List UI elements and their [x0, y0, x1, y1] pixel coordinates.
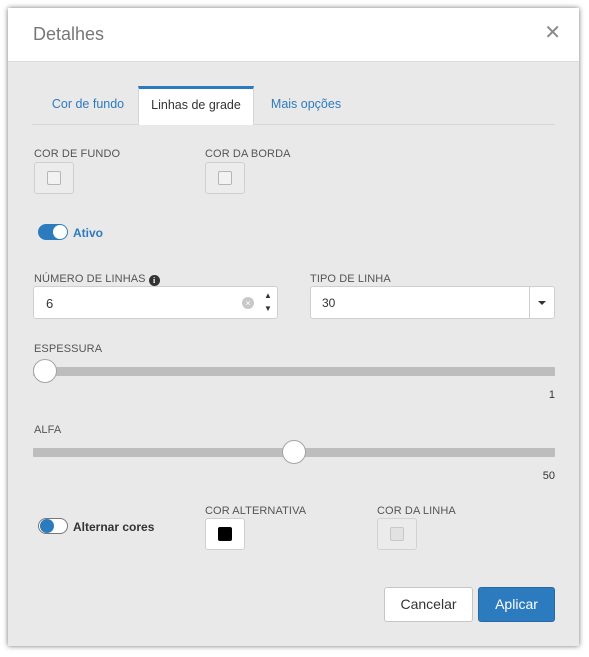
tab-bar: Cor de fundo Linhas de grade Mais opções [32, 86, 555, 125]
details-dialog: Detalhes ✕ Cor de fundo Linhas de grade … [8, 8, 579, 646]
alternate-color-swatch[interactable] [205, 518, 245, 550]
alternate-color-label: COR ALTERNATIVA [205, 505, 307, 517]
fill-color-swatch[interactable] [34, 162, 74, 194]
alpha-value: 50 [542, 470, 555, 482]
alternate-colors-label: Alternar cores [73, 520, 155, 534]
line-color-preview [390, 527, 404, 541]
tab-background-color[interactable]: Cor de fundo [40, 86, 136, 124]
alternate-color-preview [218, 527, 232, 541]
alternate-colors-toggle[interactable] [38, 518, 68, 534]
line-count-label-text: NÚMERO DE LINHAS [34, 273, 146, 285]
close-icon[interactable]: ✕ [544, 23, 561, 43]
thickness-label: ESPESSURA [34, 343, 103, 355]
toggle-knob [53, 225, 67, 239]
chevron-down-icon[interactable] [529, 287, 554, 318]
fill-color-label: COR DE FUNDO [34, 148, 121, 160]
line-color-swatch[interactable] [377, 518, 417, 550]
border-color-preview [218, 171, 232, 185]
apply-button[interactable]: Aplicar [478, 587, 555, 622]
clear-icon[interactable]: × [242, 297, 254, 309]
thickness-value: 1 [548, 389, 555, 401]
tab-more-options[interactable]: Mais opções [264, 86, 348, 124]
active-toggle-label: Ativo [73, 226, 103, 240]
fill-color-preview [47, 171, 61, 185]
toggle-knob [40, 519, 54, 533]
spinner-down-icon[interactable]: ▼ [262, 304, 274, 314]
line-count-value: 6 [46, 296, 54, 311]
tab-grid-lines[interactable]: Linhas de grade [138, 86, 254, 125]
info-icon[interactable]: i [148, 275, 160, 286]
alpha-slider-handle[interactable] [282, 440, 306, 464]
cancel-button[interactable]: Cancelar [384, 587, 473, 622]
line-type-label: TIPO DE LINHA [310, 273, 391, 285]
line-type-value: 30 [322, 296, 336, 310]
thickness-slider-handle[interactable] [33, 359, 57, 383]
line-count-label: NÚMERO DE LINHAS i [34, 273, 160, 286]
border-color-swatch[interactable] [205, 162, 245, 194]
active-toggle[interactable] [38, 224, 68, 240]
border-color-label: COR DA BORDA [205, 148, 291, 160]
dialog-title: Detalhes [33, 24, 105, 44]
alpha-label: ALFA [34, 424, 62, 436]
dialog-header: Detalhes ✕ [8, 8, 579, 62]
line-count-input[interactable]: 6 × ▲ ▼ [33, 286, 278, 319]
line-color-label: COR DA LINHA [377, 505, 456, 517]
line-type-select[interactable]: 30 [310, 286, 555, 319]
thickness-slider-track[interactable] [33, 367, 555, 376]
spinner-up-icon[interactable]: ▲ [262, 291, 274, 301]
